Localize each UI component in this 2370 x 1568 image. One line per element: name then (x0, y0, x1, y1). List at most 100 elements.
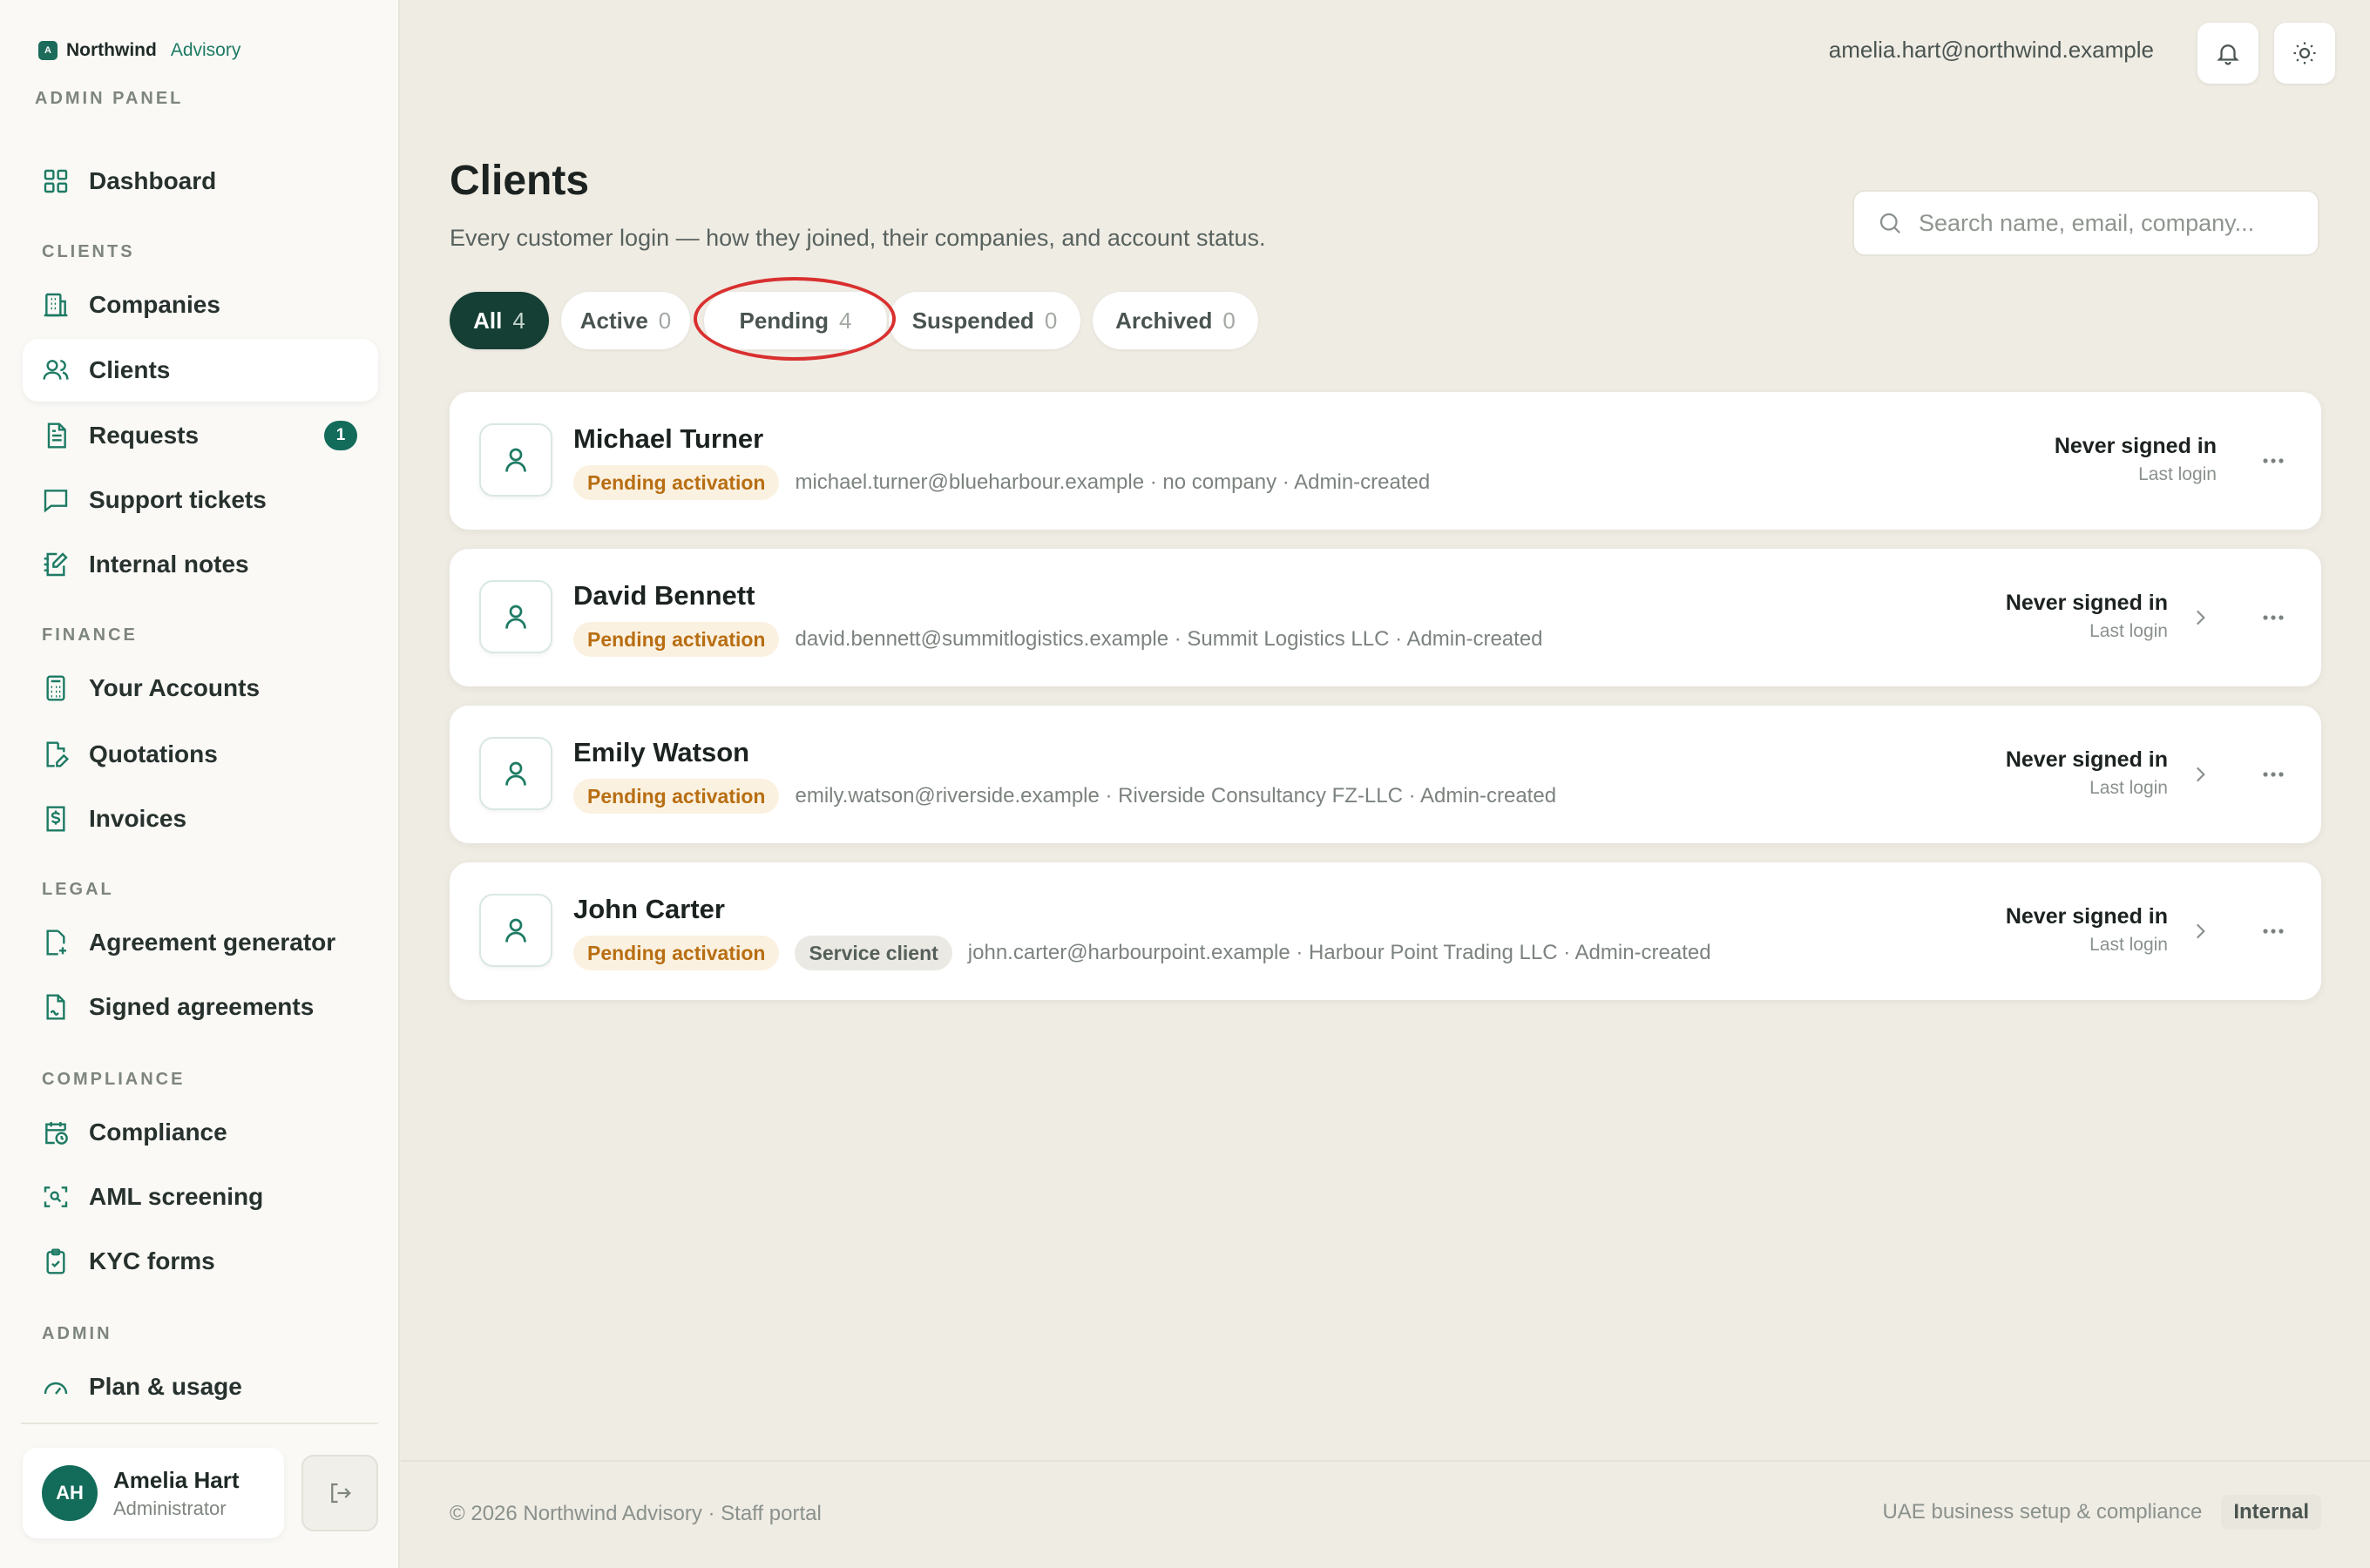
brand-accent: Advisory (170, 40, 241, 60)
client-card[interactable]: John Carter Pending activation Service c… (450, 862, 2321, 1000)
notifications-button[interactable] (2197, 23, 2258, 84)
footer-tagline: UAE business setup & compliance (1882, 1500, 2203, 1524)
login-status-value: Never signed in (2005, 747, 2168, 772)
gauge-icon (42, 1373, 70, 1401)
footer-meta: UAE business setup & compliance Internal (1882, 1495, 2321, 1530)
file-edit-icon (42, 740, 70, 768)
more-actions-button[interactable] (2260, 767, 2286, 782)
login-status-value: Never signed in (2054, 434, 2217, 458)
brand[interactable]: A Northwind Advisory (38, 40, 240, 61)
sidebar-item-label: Compliance (89, 1119, 227, 1146)
sidebar-item-kyc-forms[interactable]: KYC forms (23, 1230, 378, 1293)
sidebar-item-label: Signed agreements (89, 993, 315, 1020)
tab-suspended[interactable]: Suspended 0 (889, 292, 1080, 349)
more-actions-button[interactable] (2260, 923, 2286, 939)
sidebar-item-support-tickets[interactable]: Support tickets (23, 469, 378, 531)
sidebar-item-compliance[interactable]: Compliance (23, 1101, 378, 1164)
open-client-button[interactable] (2189, 605, 2211, 631)
sidebar-item-aml-screening[interactable]: AML screening (23, 1166, 378, 1228)
tab-label: Active (579, 307, 648, 334)
sidebar-item-label: Plan & usage (89, 1373, 242, 1400)
section-label-admin: ADMIN (42, 1324, 112, 1343)
client-avatar (479, 423, 552, 497)
client-name: Michael Turner (573, 423, 764, 454)
scan-search-icon (42, 1183, 70, 1211)
client-card[interactable]: Michael Turner Pending activation michae… (450, 392, 2321, 530)
login-status: Never signed in Last login (2006, 904, 2168, 956)
brand-name: Northwind (66, 40, 157, 60)
clipboard-check-icon (42, 1247, 70, 1275)
open-client-button[interactable] (2189, 918, 2211, 944)
tab-active[interactable]: Active 0 (561, 292, 690, 349)
sidebar-item-agreement-generator[interactable]: Agreement generator (23, 911, 378, 974)
user-card[interactable]: AH Amelia Hart Administrator (23, 1448, 284, 1538)
sidebar-item-your-accounts[interactable]: Your Accounts (23, 657, 378, 720)
user-icon (500, 915, 532, 946)
tab-all[interactable]: All 4 (450, 292, 549, 349)
sidebar-item-quotations[interactable]: Quotations (23, 723, 378, 786)
section-label-compliance: COMPLIANCE (42, 1070, 186, 1089)
client-meta: Pending activation david.bennett@summitl… (573, 622, 1543, 657)
more-horizontal-icon (2260, 767, 2286, 782)
sidebar-item-companies[interactable]: Companies (23, 274, 378, 336)
more-actions-button[interactable] (2260, 610, 2286, 625)
client-avatar (479, 737, 552, 810)
brand-logo: A (38, 41, 58, 60)
tab-count: 0 (1222, 307, 1236, 334)
search-input[interactable] (1919, 209, 2302, 237)
client-meta: Pending activation michael.turner@blueha… (573, 465, 1430, 500)
tab-archived[interactable]: Archived 0 (1093, 292, 1258, 349)
building-icon (42, 291, 70, 319)
more-horizontal-icon (2260, 923, 2286, 939)
more-horizontal-icon (2260, 453, 2286, 469)
client-name: David Bennett (573, 580, 755, 611)
client-card[interactable]: Emily Watson Pending activation emily.wa… (450, 706, 2321, 843)
environment-badge: Internal (2221, 1495, 2321, 1530)
client-card[interactable]: David Bennett Pending activation david.b… (450, 549, 2321, 686)
user-name: Amelia Hart (113, 1466, 240, 1493)
client-details: john.carter@harbourpoint.example · Harbo… (967, 941, 1711, 964)
footer-divider (401, 1460, 2370, 1462)
user-icon (500, 758, 532, 789)
user-icon (500, 601, 532, 632)
more-actions-button[interactable] (2260, 453, 2286, 469)
client-meta: Pending activation emily.watson@riversid… (573, 779, 1556, 814)
tab-label: Archived (1115, 307, 1213, 334)
section-label-clients: CLIENTS (42, 242, 135, 261)
sidebar-item-clients[interactable]: Clients (23, 339, 378, 402)
client-avatar (479, 894, 552, 967)
document-icon (42, 422, 70, 449)
login-status-label: Last login (2089, 778, 2168, 798)
client-details: david.bennett@summitlogistics.example · … (795, 627, 1543, 651)
login-status-value: Never signed in (2005, 591, 2168, 615)
sidebar-divider (21, 1423, 378, 1424)
logout-button[interactable] (301, 1455, 378, 1531)
status-badge: Pending activation (573, 622, 780, 657)
client-details: michael.turner@blueharbour.example · no … (795, 470, 1431, 494)
grid-icon (42, 167, 70, 195)
chevron-right-icon (2189, 918, 2211, 944)
search-box[interactable] (1852, 190, 2319, 256)
tab-count: 4 (512, 307, 525, 334)
sidebar-item-internal-notes[interactable]: Internal notes (23, 533, 378, 596)
tab-label: Suspended (911, 307, 1034, 334)
login-status-value: Never signed in (2005, 904, 2168, 929)
theme-toggle-button[interactable] (2274, 23, 2335, 84)
status-badge: Pending activation (573, 465, 780, 500)
search-icon (1877, 210, 1903, 236)
calendar-clock-icon (42, 1119, 70, 1146)
sidebar-item-signed-agreements[interactable]: Signed agreements (23, 976, 378, 1038)
sidebar-item-requests[interactable]: Requests 1 (23, 404, 378, 467)
sun-icon (2292, 40, 2318, 66)
notebook-pen-icon (42, 551, 70, 578)
footer-copyright: © 2026 Northwind Advisory · Staff portal (450, 1502, 822, 1525)
sidebar-item-plan-usage[interactable]: Plan & usage (23, 1355, 378, 1418)
open-client-button[interactable] (2189, 761, 2211, 787)
chevron-right-icon (2189, 761, 2211, 787)
login-status: Never signed in Last login (2006, 747, 2168, 799)
requests-count-badge: 1 (324, 421, 357, 450)
page-subtitle: Every customer login — how they joined, … (450, 225, 1266, 251)
sidebar-item-dashboard[interactable]: Dashboard (23, 150, 378, 213)
sidebar-item-label: Internal notes (89, 551, 249, 578)
sidebar-item-invoices[interactable]: Invoices (23, 787, 378, 850)
